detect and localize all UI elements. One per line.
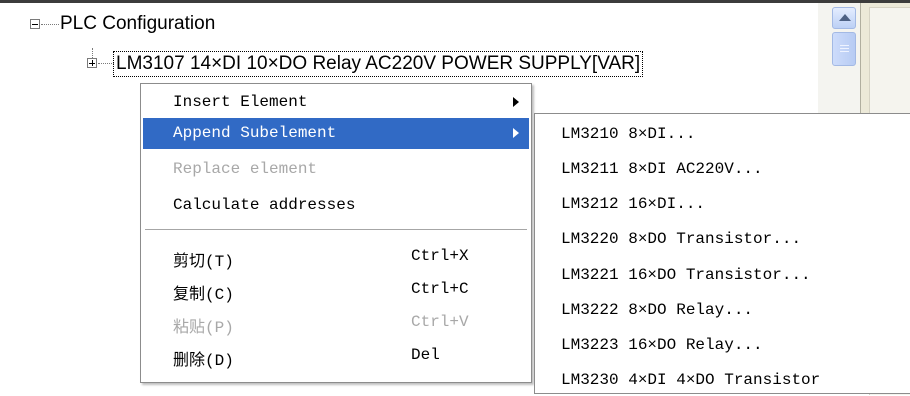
plus-box-icon[interactable] bbox=[87, 58, 97, 68]
menu-item-shortcut: Ctrl+C bbox=[411, 280, 469, 298]
menu-item-label: Insert Element bbox=[173, 93, 308, 111]
append-subelement-submenu: LM3210 8×DI... LM3211 8×DI AC220V... LM3… bbox=[534, 113, 910, 394]
minus-box-icon[interactable] bbox=[30, 19, 40, 29]
submenu-item-label: LM3212 16×DI... bbox=[561, 195, 706, 213]
submenu-item-lm3211[interactable]: LM3211 8×DI AC220V... bbox=[535, 153, 910, 185]
menu-item-label: Calculate addresses bbox=[173, 196, 356, 214]
submenu-item-lm3220[interactable]: LM3220 8×DO Transistor... bbox=[535, 223, 910, 255]
menu-item-label: 复制(C) bbox=[173, 286, 234, 304]
tree-connector bbox=[41, 24, 59, 25]
submenu-item-lm3223[interactable]: LM3223 16×DO Relay... bbox=[535, 329, 910, 361]
menu-item-replace-element[interactable]: Replace element bbox=[143, 154, 529, 185]
submenu-item-label: LM3230 4×DI 4×DO Transistor bbox=[561, 371, 821, 389]
submenu-item-label: LM3222 8×DO Relay... bbox=[561, 301, 754, 319]
menu-item-label: 粘贴(P) bbox=[173, 319, 234, 337]
menu-item-calculate-addresses[interactable]: Calculate addresses bbox=[143, 190, 529, 221]
submenu-item-label: LM3211 8×DI AC220V... bbox=[561, 160, 763, 178]
tree-child-label[interactable]: LM3107 14×DI 10×DO Relay AC220V POWER SU… bbox=[113, 51, 644, 77]
menu-item-append-subelement[interactable]: Append Subelement bbox=[143, 118, 529, 149]
menu-item-cut[interactable]: 剪切(T) Ctrl+X bbox=[143, 241, 529, 272]
menu-item-paste[interactable]: 粘贴(P) Ctrl+V bbox=[143, 307, 529, 338]
submenu-item-lm3212[interactable]: LM3212 16×DI... bbox=[535, 188, 910, 220]
menu-item-insert-element[interactable]: Insert Element bbox=[143, 87, 529, 118]
scroll-up-button[interactable] bbox=[832, 7, 856, 29]
tree-root-label[interactable]: PLC Configuration bbox=[60, 12, 215, 36]
submenu-item-label: LM3220 8×DO Transistor... bbox=[561, 230, 802, 248]
menu-item-label: 剪切(T) bbox=[173, 253, 234, 271]
menu-item-label: Append Subelement bbox=[173, 124, 337, 142]
submenu-item-label: LM3223 16×DO Relay... bbox=[561, 336, 763, 354]
scroll-thumb[interactable] bbox=[832, 32, 856, 66]
submenu-arrow-icon bbox=[513, 97, 519, 107]
submenu-item-lm3230[interactable]: LM3230 4×DI 4×DO Transistor bbox=[535, 364, 910, 396]
menu-item-label: 删除(D) bbox=[173, 352, 234, 370]
menu-item-delete[interactable]: 删除(D) Del bbox=[143, 340, 529, 371]
menu-separator bbox=[145, 229, 527, 230]
submenu-item-lm3210[interactable]: LM3210 8×DI... bbox=[535, 118, 910, 150]
tree-connector bbox=[92, 48, 93, 58]
submenu-item-lm3222[interactable]: LM3222 8×DO Relay... bbox=[535, 294, 910, 326]
menu-item-shortcut: Del bbox=[411, 346, 440, 364]
menu-item-copy[interactable]: 复制(C) Ctrl+C bbox=[143, 274, 529, 305]
context-menu: Insert Element Append Subelement Replace… bbox=[140, 83, 532, 383]
submenu-arrow-icon bbox=[513, 128, 519, 138]
submenu-item-label: LM3221 16×DO Transistor... bbox=[561, 266, 811, 284]
chevron-up-icon bbox=[839, 14, 851, 21]
menu-item-label: Replace element bbox=[173, 160, 318, 178]
menu-item-shortcut: Ctrl+V bbox=[411, 313, 469, 331]
tree-connector bbox=[98, 63, 114, 64]
submenu-item-label: LM3210 8×DI... bbox=[561, 125, 696, 143]
menu-item-shortcut: Ctrl+X bbox=[411, 247, 469, 265]
submenu-item-lm3221[interactable]: LM3221 16×DO Transistor... bbox=[535, 259, 910, 291]
